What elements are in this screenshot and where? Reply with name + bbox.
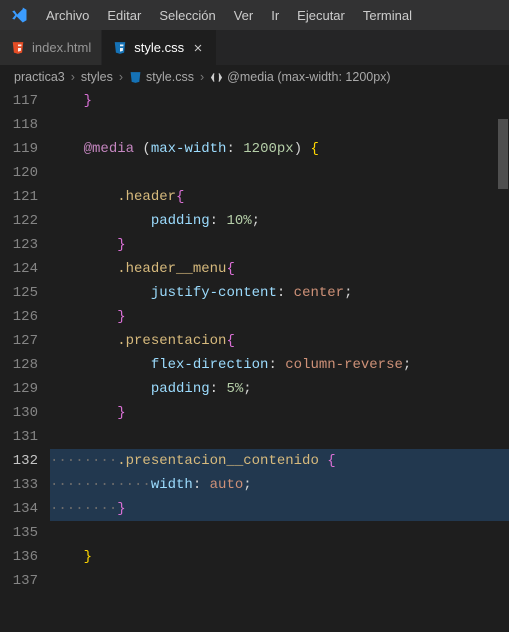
code-line[interactable]	[50, 113, 509, 137]
code-line[interactable]: padding: 10%;	[50, 209, 509, 233]
code-line[interactable]: }	[50, 401, 509, 425]
chevron-right-icon: ›	[71, 70, 75, 84]
code-line[interactable]: ············width: auto;	[50, 473, 509, 497]
breadcrumb-item: @media (max-width: 1200px)	[210, 70, 390, 84]
line-number: 122	[0, 209, 38, 233]
line-number: 121	[0, 185, 38, 209]
line-number: 123	[0, 233, 38, 257]
css-file-icon	[112, 40, 128, 56]
tab-label: index.html	[32, 40, 91, 55]
scrollbar-thumb[interactable]	[498, 119, 508, 189]
code-line[interactable]: .header__menu{	[50, 257, 509, 281]
code-content[interactable]: } @media (max-width: 1200px) { .header{ …	[50, 89, 509, 593]
code-line[interactable]: .header{	[50, 185, 509, 209]
line-number: 128	[0, 353, 38, 377]
code-line[interactable]: }	[50, 545, 509, 569]
line-number-gutter: 1171181191201211221231241251261271281291…	[0, 89, 50, 593]
line-number: 120	[0, 161, 38, 185]
vertical-scrollbar[interactable]	[497, 89, 509, 632]
code-line[interactable]: flex-direction: column-reverse;	[50, 353, 509, 377]
chevron-right-icon: ›	[119, 70, 123, 84]
menu-ejecutar[interactable]: Ejecutar	[289, 4, 353, 27]
line-number: 125	[0, 281, 38, 305]
code-line[interactable]: padding: 5%;	[50, 377, 509, 401]
close-icon[interactable]	[190, 40, 206, 56]
code-line[interactable]: }	[50, 233, 509, 257]
tab-bar: index.html style.css	[0, 30, 509, 65]
code-line[interactable]: justify-content: center;	[50, 281, 509, 305]
code-line[interactable]: }	[50, 305, 509, 329]
breadcrumb-item: styles	[81, 70, 113, 84]
line-number: 134	[0, 497, 38, 521]
line-number: 133	[0, 473, 38, 497]
code-line[interactable]	[50, 161, 509, 185]
line-number: 132	[0, 449, 38, 473]
menu-ver[interactable]: Ver	[226, 4, 262, 27]
html-file-icon	[10, 40, 26, 56]
line-number: 131	[0, 425, 38, 449]
line-number: 118	[0, 113, 38, 137]
menu-ir[interactable]: Ir	[263, 4, 287, 27]
code-line[interactable]: ········}	[50, 497, 509, 521]
line-number: 127	[0, 329, 38, 353]
tab-label: style.css	[134, 40, 184, 55]
breadcrumb[interactable]: practica3 › styles › style.css › @media …	[0, 65, 509, 89]
css-file-icon	[129, 71, 142, 84]
chevron-right-icon: ›	[200, 70, 204, 84]
breadcrumb-item: practica3	[14, 70, 65, 84]
menu-editar[interactable]: Editar	[99, 4, 149, 27]
breadcrumb-item: style.css	[129, 70, 194, 84]
line-number: 129	[0, 377, 38, 401]
code-line[interactable]: }	[50, 89, 509, 113]
code-line[interactable]: @media (max-width: 1200px) {	[50, 137, 509, 161]
menu-terminal[interactable]: Terminal	[355, 4, 420, 27]
line-number: 137	[0, 569, 38, 593]
menu-seleccion[interactable]: Selección	[151, 4, 223, 27]
code-line[interactable]	[50, 521, 509, 545]
line-number: 130	[0, 401, 38, 425]
code-line[interactable]	[50, 425, 509, 449]
code-line[interactable]: ········.presentacion__contenido {	[50, 449, 509, 473]
code-line[interactable]	[50, 569, 509, 593]
tab-index-html[interactable]: index.html	[0, 30, 102, 65]
line-number: 126	[0, 305, 38, 329]
code-line[interactable]: .presentacion{	[50, 329, 509, 353]
code-editor[interactable]: 1171181191201211221231241251261271281291…	[0, 89, 509, 593]
menu-archivo[interactable]: Archivo	[38, 4, 97, 27]
line-number: 136	[0, 545, 38, 569]
symbol-icon	[210, 71, 223, 84]
tab-style-css[interactable]: style.css	[102, 30, 217, 65]
line-number: 135	[0, 521, 38, 545]
line-number: 119	[0, 137, 38, 161]
line-number: 124	[0, 257, 38, 281]
line-number: 117	[0, 89, 38, 113]
menu-bar: Archivo Editar Selección Ver Ir Ejecutar…	[0, 0, 509, 30]
vscode-logo-icon	[8, 4, 30, 26]
